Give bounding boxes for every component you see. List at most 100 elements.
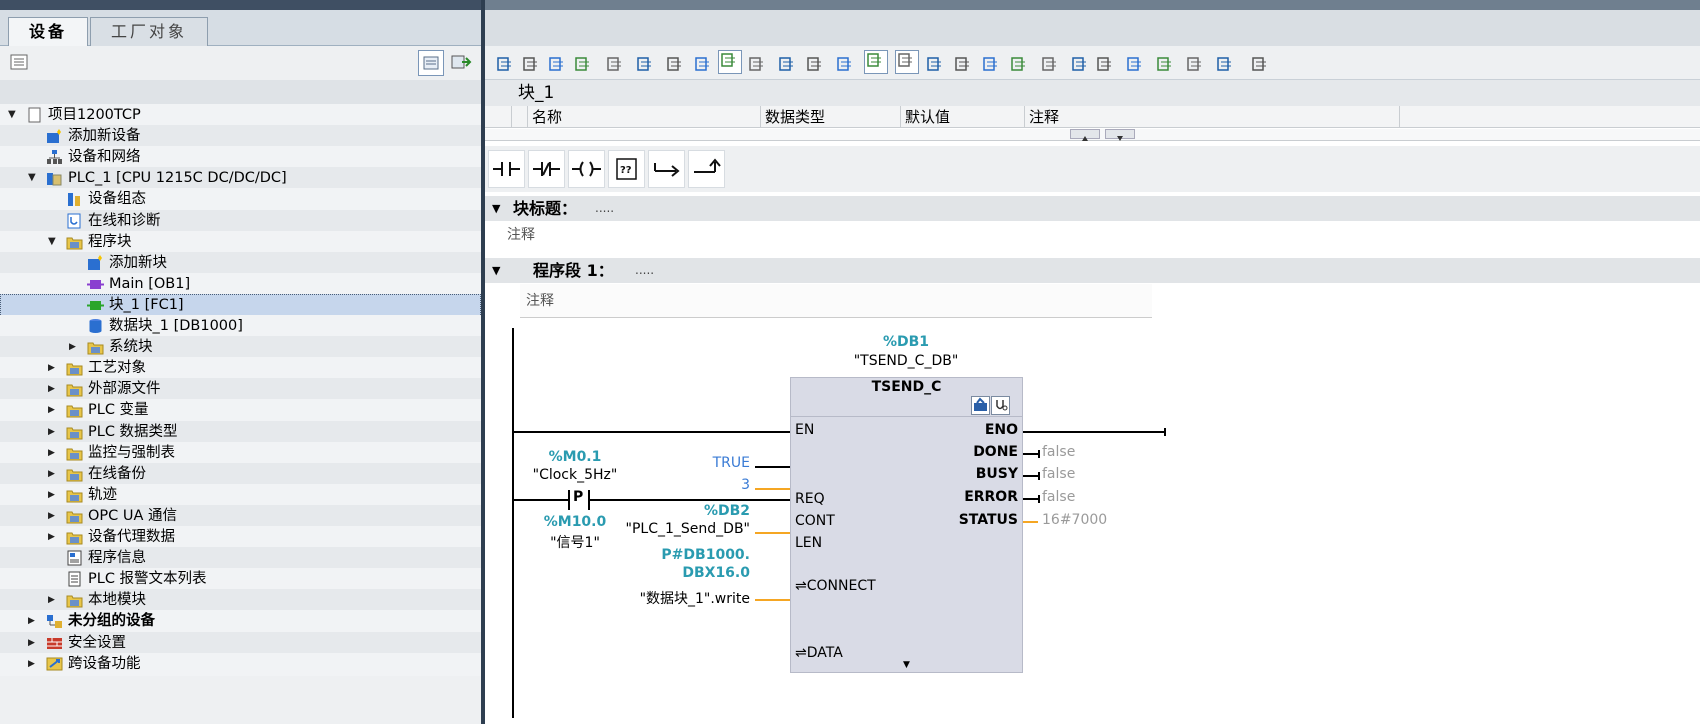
- display-alt-icon[interactable]: [981, 55, 1001, 73]
- tree-item[interactable]: ▼ PLC_1 [CPU 1215C DC/DC/DC]: [0, 167, 481, 191]
- block-interface-row[interactable]: [485, 129, 1700, 141]
- instance-db-address[interactable]: %DB1: [806, 334, 1006, 350]
- tab-plant-objects[interactable]: 工厂对象: [90, 17, 208, 47]
- collapsed-arrow-icon[interactable]: ▶: [48, 484, 60, 506]
- block-title-dots[interactable]: .....: [595, 196, 614, 221]
- absolute-symbolic-icon[interactable]: [635, 55, 655, 73]
- collapsed-arrow-icon[interactable]: ▶: [69, 336, 81, 358]
- expand-block-icon[interactable]: ▼: [903, 660, 910, 670]
- collapsed-arrow-icon[interactable]: ▶: [48, 378, 60, 400]
- collapsed-arrow-icon[interactable]: ▶: [28, 653, 40, 675]
- open-block-icon[interactable]: [1125, 55, 1145, 73]
- column-default-value[interactable]: 默认值: [901, 106, 1025, 128]
- tree-item[interactable]: ▶ OPC UA 通信: [0, 504, 481, 528]
- tree-item[interactable]: ▶ 外部源文件: [0, 378, 481, 402]
- scroll-up-button[interactable]: [1070, 129, 1100, 141]
- go-to-error-down-icon[interactable]: [925, 55, 945, 73]
- collapsed-arrow-icon[interactable]: ▶: [48, 399, 60, 421]
- tree-item[interactable]: 程序信息: [0, 547, 481, 571]
- monitoring-off-icon[interactable]: [1215, 55, 1235, 73]
- tree-item[interactable]: 设备和网络: [0, 146, 481, 170]
- collapsed-arrow-icon[interactable]: ▶: [48, 526, 60, 548]
- lock-icon[interactable]: [1250, 55, 1270, 73]
- tree-item[interactable]: ▶ 未分组的设备: [0, 610, 481, 634]
- overview-toggle-icon[interactable]: [418, 50, 444, 76]
- tree-item[interactable]: 设备组态: [0, 188, 481, 212]
- len-value[interactable]: 3: [615, 477, 750, 493]
- tree-item[interactable]: ▶ 监控与强制表: [0, 441, 481, 465]
- tree-item[interactable]: ▶ 跨设备功能: [0, 652, 481, 676]
- data-address-line1[interactable]: P#DB1000.: [615, 547, 750, 563]
- tree-item[interactable]: 添加新块: [0, 251, 481, 275]
- collapsed-arrow-icon[interactable]: ▶: [48, 357, 60, 379]
- block-variables-icon[interactable]: [747, 55, 767, 73]
- insert-network-icon[interactable]: [495, 55, 515, 73]
- diagnostics-icon[interactable]: [991, 396, 1010, 415]
- normally-open-contact-icon[interactable]: [488, 150, 525, 188]
- collapsed-arrow-icon[interactable]: ▶: [28, 632, 40, 654]
- tab-devices[interactable]: 设备: [8, 17, 88, 48]
- open-branch-icon[interactable]: [648, 150, 685, 188]
- multi-instance-icon[interactable]: [805, 55, 825, 73]
- tree-item[interactable]: 在线和诊断: [0, 209, 481, 233]
- collapsed-arrow-icon[interactable]: ▶: [48, 505, 60, 527]
- insert-row-icon[interactable]: [547, 55, 567, 73]
- network-header[interactable]: ▼ 程序段 1： .....: [485, 258, 1700, 283]
- expanded-arrow-icon[interactable]: ▼: [28, 167, 40, 189]
- expanded-arrow-icon[interactable]: ▼: [8, 104, 20, 126]
- network-title-dots[interactable]: .....: [635, 258, 654, 283]
- monitor-icon[interactable]: [1009, 55, 1029, 73]
- tree-view-icon[interactable]: [10, 54, 28, 70]
- scroll-down-button[interactable]: [1105, 129, 1135, 141]
- collapsed-arrow-icon[interactable]: ▶: [28, 610, 40, 632]
- instance-icon[interactable]: [777, 55, 797, 73]
- connect-address[interactable]: %DB2: [615, 503, 750, 519]
- tree-item[interactable]: ▶ 工艺对象: [0, 357, 481, 381]
- favorites-icon[interactable]: [693, 55, 713, 73]
- go-to-error-up-icon[interactable]: [895, 50, 919, 74]
- collapse-arrow-icon[interactable]: ▼: [492, 196, 500, 221]
- display-icon[interactable]: [953, 55, 973, 73]
- p-contact-symbol[interactable]: P: [573, 489, 583, 505]
- indent-icon[interactable]: [1070, 55, 1090, 73]
- tree-item[interactable]: PLC 报警文本列表: [0, 568, 481, 592]
- collapsed-arrow-icon[interactable]: ▶: [48, 421, 60, 443]
- expanded-arrow-icon[interactable]: ▼: [48, 231, 60, 253]
- connect-name[interactable]: "PLC_1_Send_DB": [545, 521, 750, 537]
- tree-item[interactable]: 数据块_1 [DB1000]: [0, 315, 481, 338]
- normally-closed-contact-icon[interactable]: [528, 150, 565, 188]
- close-branch-icon[interactable]: [688, 150, 725, 188]
- tree-item[interactable]: 添加新设备: [0, 125, 481, 149]
- tree-item[interactable]: 块_1 [FC1]: [0, 293, 481, 317]
- block-comment[interactable]: 注释: [507, 224, 535, 244]
- tree-item[interactable]: ▶ 在线备份: [0, 462, 481, 486]
- tsend-c-block[interactable]: TSEND_C EN REQ CONT LEN ⇌CONNECT ⇌DATA E…: [790, 377, 1023, 673]
- list-icon[interactable]: [835, 55, 855, 73]
- compare-icon[interactable]: [605, 55, 625, 73]
- connection-config-icon[interactable]: [971, 396, 990, 415]
- comments-icon[interactable]: [718, 50, 742, 74]
- monitoring-on-icon[interactable]: [1185, 55, 1205, 73]
- favorites-toggle-icon[interactable]: [864, 50, 888, 74]
- tree-item[interactable]: ▼ 程序块: [0, 230, 481, 254]
- data-address-line2[interactable]: DBX16.0: [615, 565, 750, 581]
- column-data-type[interactable]: 数据类型: [761, 106, 901, 128]
- delete-network-icon[interactable]: [521, 55, 541, 73]
- network-collapse-arrow-icon[interactable]: ▼: [492, 258, 500, 283]
- tree-item[interactable]: ▶ 轨迹: [0, 483, 481, 507]
- column-name[interactable]: 名称: [528, 106, 761, 128]
- cont-value[interactable]: TRUE: [615, 455, 750, 471]
- instance-db-name[interactable]: "TSEND_C_DB": [806, 353, 1006, 369]
- append-row-icon[interactable]: [573, 55, 593, 73]
- compare-icon[interactable]: [450, 52, 472, 74]
- block-title-header[interactable]: ▼ 块标题： .....: [485, 196, 1700, 221]
- contact-operand-address[interactable]: %M0.1: [525, 449, 625, 465]
- pin-icon[interactable]: [1040, 55, 1060, 73]
- coil-icon[interactable]: [568, 150, 605, 188]
- tree-item[interactable]: ▼ 项目1200TCP: [0, 104, 481, 127]
- tree-item[interactable]: ▶ PLC 数据类型: [0, 420, 481, 444]
- contact-operand-name[interactable]: "Clock_5Hz": [525, 467, 625, 483]
- tree-item[interactable]: Main [OB1]: [0, 272, 481, 296]
- empty-box-icon[interactable]: ??: [608, 150, 645, 188]
- collapsed-arrow-icon[interactable]: ▶: [48, 463, 60, 485]
